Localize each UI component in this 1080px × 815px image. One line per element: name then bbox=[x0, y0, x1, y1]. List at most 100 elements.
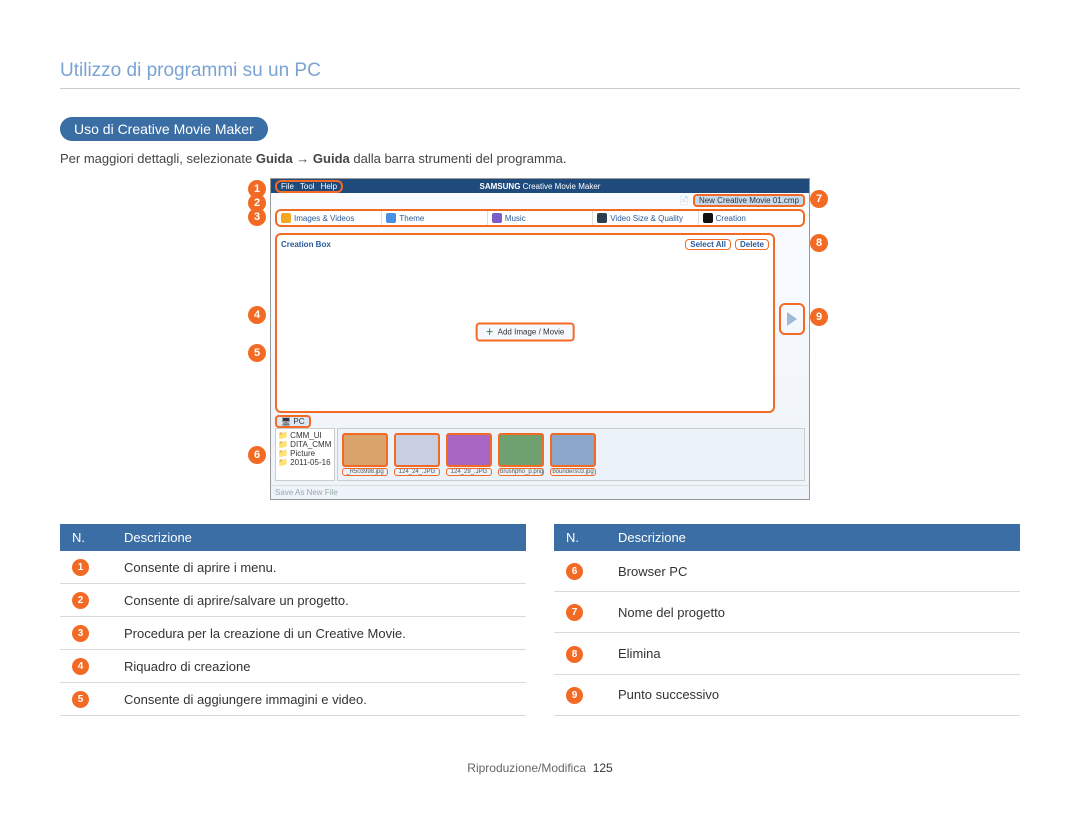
subtext-post: dalla barra strumenti del programma. bbox=[350, 151, 567, 166]
thumbnail-image bbox=[342, 433, 388, 467]
step-4[interactable]: Video Size & Quality bbox=[593, 211, 698, 225]
thumbnail-caption: brushpho_p.png bbox=[498, 468, 544, 476]
step-icon bbox=[597, 213, 607, 223]
step-2[interactable]: Theme bbox=[382, 211, 487, 225]
table-row: 9 Punto successivo bbox=[554, 674, 1020, 715]
col-num: N. bbox=[554, 524, 606, 551]
thumbnail[interactable]: 124_24_.JPG bbox=[394, 433, 440, 476]
thumbnail-caption: _R503998.jpg bbox=[342, 468, 388, 476]
table-row: 8 Elimina bbox=[554, 633, 1020, 674]
row-description: Consente di aprire/salvare un progetto. bbox=[112, 584, 526, 617]
table-row: 1 Consente di aprire i menu. bbox=[60, 551, 526, 584]
subtext-arrow: → bbox=[293, 151, 313, 166]
titlebar: FileToolHelp SAMSUNG Creative Movie Make… bbox=[271, 179, 809, 193]
pc-label: PC bbox=[293, 417, 304, 426]
row-number-badge: 9 bbox=[566, 687, 583, 704]
callout-3: 3 bbox=[248, 208, 266, 226]
step-3[interactable]: Music bbox=[488, 211, 593, 225]
annotated-screenshot: 123456 789 FileToolHelp SAMSUNG Creative… bbox=[270, 178, 810, 500]
row-number-badge: 1 bbox=[72, 559, 89, 576]
subtext-guida2: Guida bbox=[313, 151, 350, 166]
save-as-new-file[interactable]: Save As New File bbox=[275, 488, 338, 497]
creation-box-title: Creation Box bbox=[281, 240, 331, 249]
step-label: Images & Videos bbox=[294, 214, 354, 223]
row-number-badge: 3 bbox=[72, 625, 89, 642]
pc-browser-tag[interactable]: 🖥 PC bbox=[275, 415, 311, 428]
thumbnail-image bbox=[498, 433, 544, 467]
table-row: 7 Nome del progetto bbox=[554, 592, 1020, 633]
subtext-pre: Per maggiori dettagli, selezionate bbox=[60, 151, 256, 166]
table-row: 5 Consente di aggiungere immagini e video… bbox=[60, 683, 526, 716]
callout-9: 9 bbox=[810, 308, 828, 326]
thumbnail[interactable]: brushpho_p.png bbox=[498, 433, 544, 476]
col-desc: Descrizione bbox=[606, 524, 1020, 551]
table-right: N. Descrizione 6 Browser PC 7 Nome del prog… bbox=[554, 524, 1020, 716]
menu-bar: File Tool Help bbox=[275, 180, 343, 193]
step-5[interactable]: Creation bbox=[699, 211, 803, 225]
thumbnail-caption: bounders03.jpg bbox=[550, 468, 596, 476]
thumbnail-image bbox=[446, 433, 492, 467]
tree-item[interactable]: 📁 DITA_CMM bbox=[278, 440, 332, 449]
delete-button[interactable]: Delete bbox=[735, 239, 769, 250]
col-num: N. bbox=[60, 524, 112, 551]
step-label: Theme bbox=[399, 214, 424, 223]
thumbnail-image bbox=[394, 433, 440, 467]
step-icon bbox=[386, 213, 396, 223]
thumbnail[interactable]: bounders03.jpg bbox=[550, 433, 596, 476]
row-number-badge: 7 bbox=[566, 604, 583, 621]
table-row: 2 Consente di aprire/salvare un progetto. bbox=[60, 584, 526, 617]
step-label: Creation bbox=[716, 214, 746, 223]
thumbnail[interactable]: _R503998.jpg bbox=[342, 433, 388, 476]
add-button-label: Add Image / Movie bbox=[498, 327, 565, 336]
step-icon bbox=[281, 213, 291, 223]
step-label: Music bbox=[505, 214, 526, 223]
row-description: Nome del progetto bbox=[606, 592, 1020, 633]
thumbnail-caption: 124_29_.JPG bbox=[446, 468, 492, 476]
callout-5: 5 bbox=[248, 344, 266, 362]
titlebar-app: Creative Movie Maker bbox=[523, 182, 601, 191]
callout-4: 4 bbox=[248, 306, 266, 324]
menu-tool[interactable]: Tool bbox=[300, 182, 315, 191]
row-number-badge: 5 bbox=[72, 691, 89, 708]
row-description: Consente di aggiungere immagini e video. bbox=[112, 683, 526, 716]
creation-box: Creation Box Select All Delete ＋ Add Ima… bbox=[275, 233, 775, 413]
tree-item[interactable]: 📁 2011-05-16 bbox=[278, 458, 332, 467]
page-header: Utilizzo di programmi su un PC bbox=[60, 60, 1020, 89]
row-description: Consente di aprire i menu. bbox=[112, 551, 526, 584]
menu-file[interactable]: File bbox=[281, 182, 294, 191]
table-row: 6 Browser PC bbox=[554, 551, 1020, 592]
tree-item[interactable]: 📁 Picture bbox=[278, 449, 332, 458]
callout-8: 8 bbox=[810, 234, 828, 252]
row-description: Browser PC bbox=[606, 551, 1020, 592]
step-icon bbox=[492, 213, 502, 223]
section-pill: Uso di Creative Movie Maker bbox=[60, 117, 268, 141]
subtext-guida1: Guida bbox=[256, 151, 293, 166]
step-icon bbox=[703, 213, 713, 223]
thumbnail-caption: 124_24_.JPG bbox=[394, 468, 440, 476]
row-number-badge: 2 bbox=[72, 592, 89, 609]
thumbnail[interactable]: 124_29_.JPG bbox=[446, 433, 492, 476]
menu-help[interactable]: Help bbox=[321, 182, 337, 191]
row-number-badge: 6 bbox=[566, 563, 583, 580]
callout-7: 7 bbox=[810, 190, 828, 208]
step-label: Video Size & Quality bbox=[610, 214, 683, 223]
app-window-mock: FileToolHelp SAMSUNG Creative Movie Make… bbox=[270, 178, 810, 500]
row-number-badge: 8 bbox=[566, 646, 583, 663]
row-description: Punto successivo bbox=[606, 674, 1020, 715]
description-tables: N. Descrizione 1 Consente di aprire i men… bbox=[60, 524, 1020, 716]
tree-item[interactable]: 📁 CMM_UI bbox=[278, 431, 332, 440]
step-1[interactable]: Images & Videos bbox=[277, 211, 382, 225]
section-subtext: Per maggiori dettagli, selezionate Guida… bbox=[60, 151, 1020, 166]
select-all-button[interactable]: Select All bbox=[685, 239, 731, 250]
row-number-badge: 4 bbox=[72, 658, 89, 675]
footer-section: Riproduzione/Modifica bbox=[467, 761, 586, 775]
add-image-button[interactable]: ＋ Add Image / Movie bbox=[476, 322, 575, 341]
footer-page-number: 125 bbox=[593, 761, 613, 775]
row-description: Elimina bbox=[606, 633, 1020, 674]
table-row: 3Procedura per la creazione di un Creati… bbox=[60, 617, 526, 650]
next-step-button[interactable] bbox=[779, 303, 805, 335]
row-description: Riquadro di creazione bbox=[112, 650, 526, 683]
plus-icon: ＋ bbox=[486, 326, 494, 337]
project-bar: 📄New Creative Movie 01.cmp bbox=[271, 193, 809, 207]
folder-tree[interactable]: 📁 CMM_UI📁 DITA_CMM📁 Picture📁 2011-05-16 bbox=[275, 428, 335, 481]
